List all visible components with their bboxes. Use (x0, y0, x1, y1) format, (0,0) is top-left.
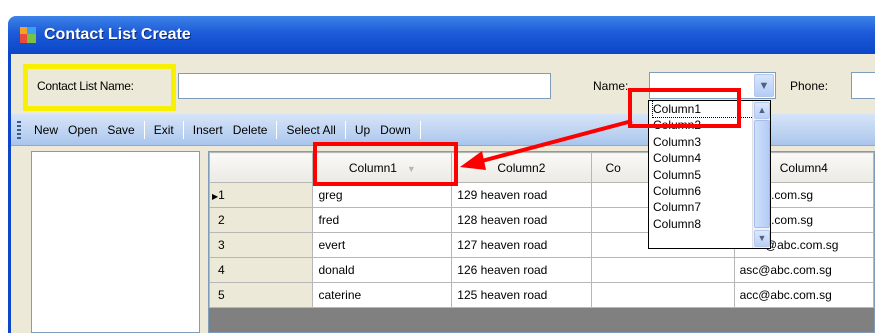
cell-column2[interactable]: 129 heaven road (451, 182, 592, 208)
contact-list-name-input[interactable] (178, 73, 551, 99)
row-header[interactable]: 3 (209, 232, 314, 258)
row-number: 1 (218, 188, 225, 202)
phone-input[interactable] (851, 72, 875, 99)
toolbar-separator (276, 120, 278, 139)
toolbar-separator (419, 120, 421, 139)
cell-column2[interactable]: 128 heaven road (451, 207, 592, 233)
cell-column3[interactable] (590, 257, 735, 283)
table-row[interactable]: 3 evert 127 heaven road abvc@abc.com.sg (209, 232, 874, 258)
chevron-up-icon[interactable]: ▲ (754, 102, 770, 119)
open-button[interactable]: Open (63, 123, 102, 137)
cell-column1[interactable]: evert (312, 232, 453, 258)
save-button[interactable]: Save (102, 123, 139, 137)
app-icon (20, 27, 36, 43)
cell-column1[interactable]: greg (312, 182, 453, 208)
contact-list-name-label: Contact List Name: (37, 79, 134, 93)
cell-column2[interactable]: 127 heaven road (451, 232, 592, 258)
dropdown-option[interactable]: Column3 (653, 134, 753, 150)
delete-button[interactable]: Delete (228, 123, 273, 137)
cell-column2[interactable]: 126 heaven road (451, 257, 592, 283)
dropdown-option[interactable]: Column5 (653, 167, 753, 183)
down-button[interactable]: Down (375, 123, 416, 137)
toolbar-separator (182, 120, 184, 139)
title-bar: Contact List Create (8, 16, 875, 54)
table-row[interactable]: 4 donald 126 heaven road asc@abc.com.sg (209, 257, 874, 283)
insert-button[interactable]: Insert (188, 123, 228, 137)
row-header[interactable]: 2 (209, 207, 314, 233)
data-grid[interactable]: Column1 ▼ Column2 Co Column4 ▶1 greg 129 he… (208, 151, 875, 333)
dropdown-option[interactable]: Column6 (653, 183, 753, 199)
table-row[interactable]: ▶1 greg 129 heaven road @abc.com.sg (209, 182, 874, 208)
cell-column4[interactable]: acc@abc.com.sg (733, 282, 874, 308)
cell-column4[interactable]: asc@abc.com.sg (733, 257, 874, 283)
cell-column2[interactable]: 125 heaven road (451, 282, 592, 308)
dropdown-option[interactable]: Column4 (653, 150, 753, 166)
row-header[interactable]: 5 (209, 282, 314, 308)
new-button[interactable]: New (29, 123, 63, 137)
cell-column3[interactable] (590, 282, 735, 308)
exit-button[interactable]: Exit (149, 123, 179, 137)
dropdown-scrollbar[interactable]: ▲ ▼ (752, 101, 770, 248)
window-title: Contact List Create (44, 26, 191, 43)
row-header[interactable]: 4 (209, 257, 314, 283)
toolbar-separator (143, 120, 145, 139)
toolbar-grip[interactable] (17, 120, 21, 139)
phone-label: Phone: (790, 79, 829, 93)
select-all-button[interactable]: Select All (281, 123, 340, 137)
column-header-2[interactable]: Column2 (451, 152, 592, 183)
dropdown-option[interactable]: Column8 (653, 216, 753, 232)
chevron-down-icon[interactable]: ▼ (754, 74, 774, 97)
cell-column1[interactable]: fred (312, 207, 453, 233)
table-row[interactable]: 2 fred 128 heaven road @abc.com.sg (209, 207, 874, 233)
contact-list-box[interactable] (31, 151, 200, 333)
dropdown-option[interactable]: Column7 (653, 199, 753, 215)
scrollbar-thumb[interactable] (754, 120, 770, 228)
toolbar-separator (344, 120, 346, 139)
annotation-box-column-header (313, 142, 458, 186)
cell-column1[interactable]: caterine (312, 282, 453, 308)
name-label: Name: (593, 79, 629, 93)
grid-corner-header[interactable] (209, 152, 314, 183)
annotation-box-dropdown-item (628, 88, 741, 128)
cell-column1[interactable]: donald (312, 257, 453, 283)
chevron-down-icon[interactable]: ▼ (754, 230, 770, 247)
row-header[interactable]: ▶1 (209, 182, 314, 208)
table-row[interactable]: 5 caterine 125 heaven road acc@abc.com.sg (209, 282, 874, 308)
up-button[interactable]: Up (350, 123, 375, 137)
